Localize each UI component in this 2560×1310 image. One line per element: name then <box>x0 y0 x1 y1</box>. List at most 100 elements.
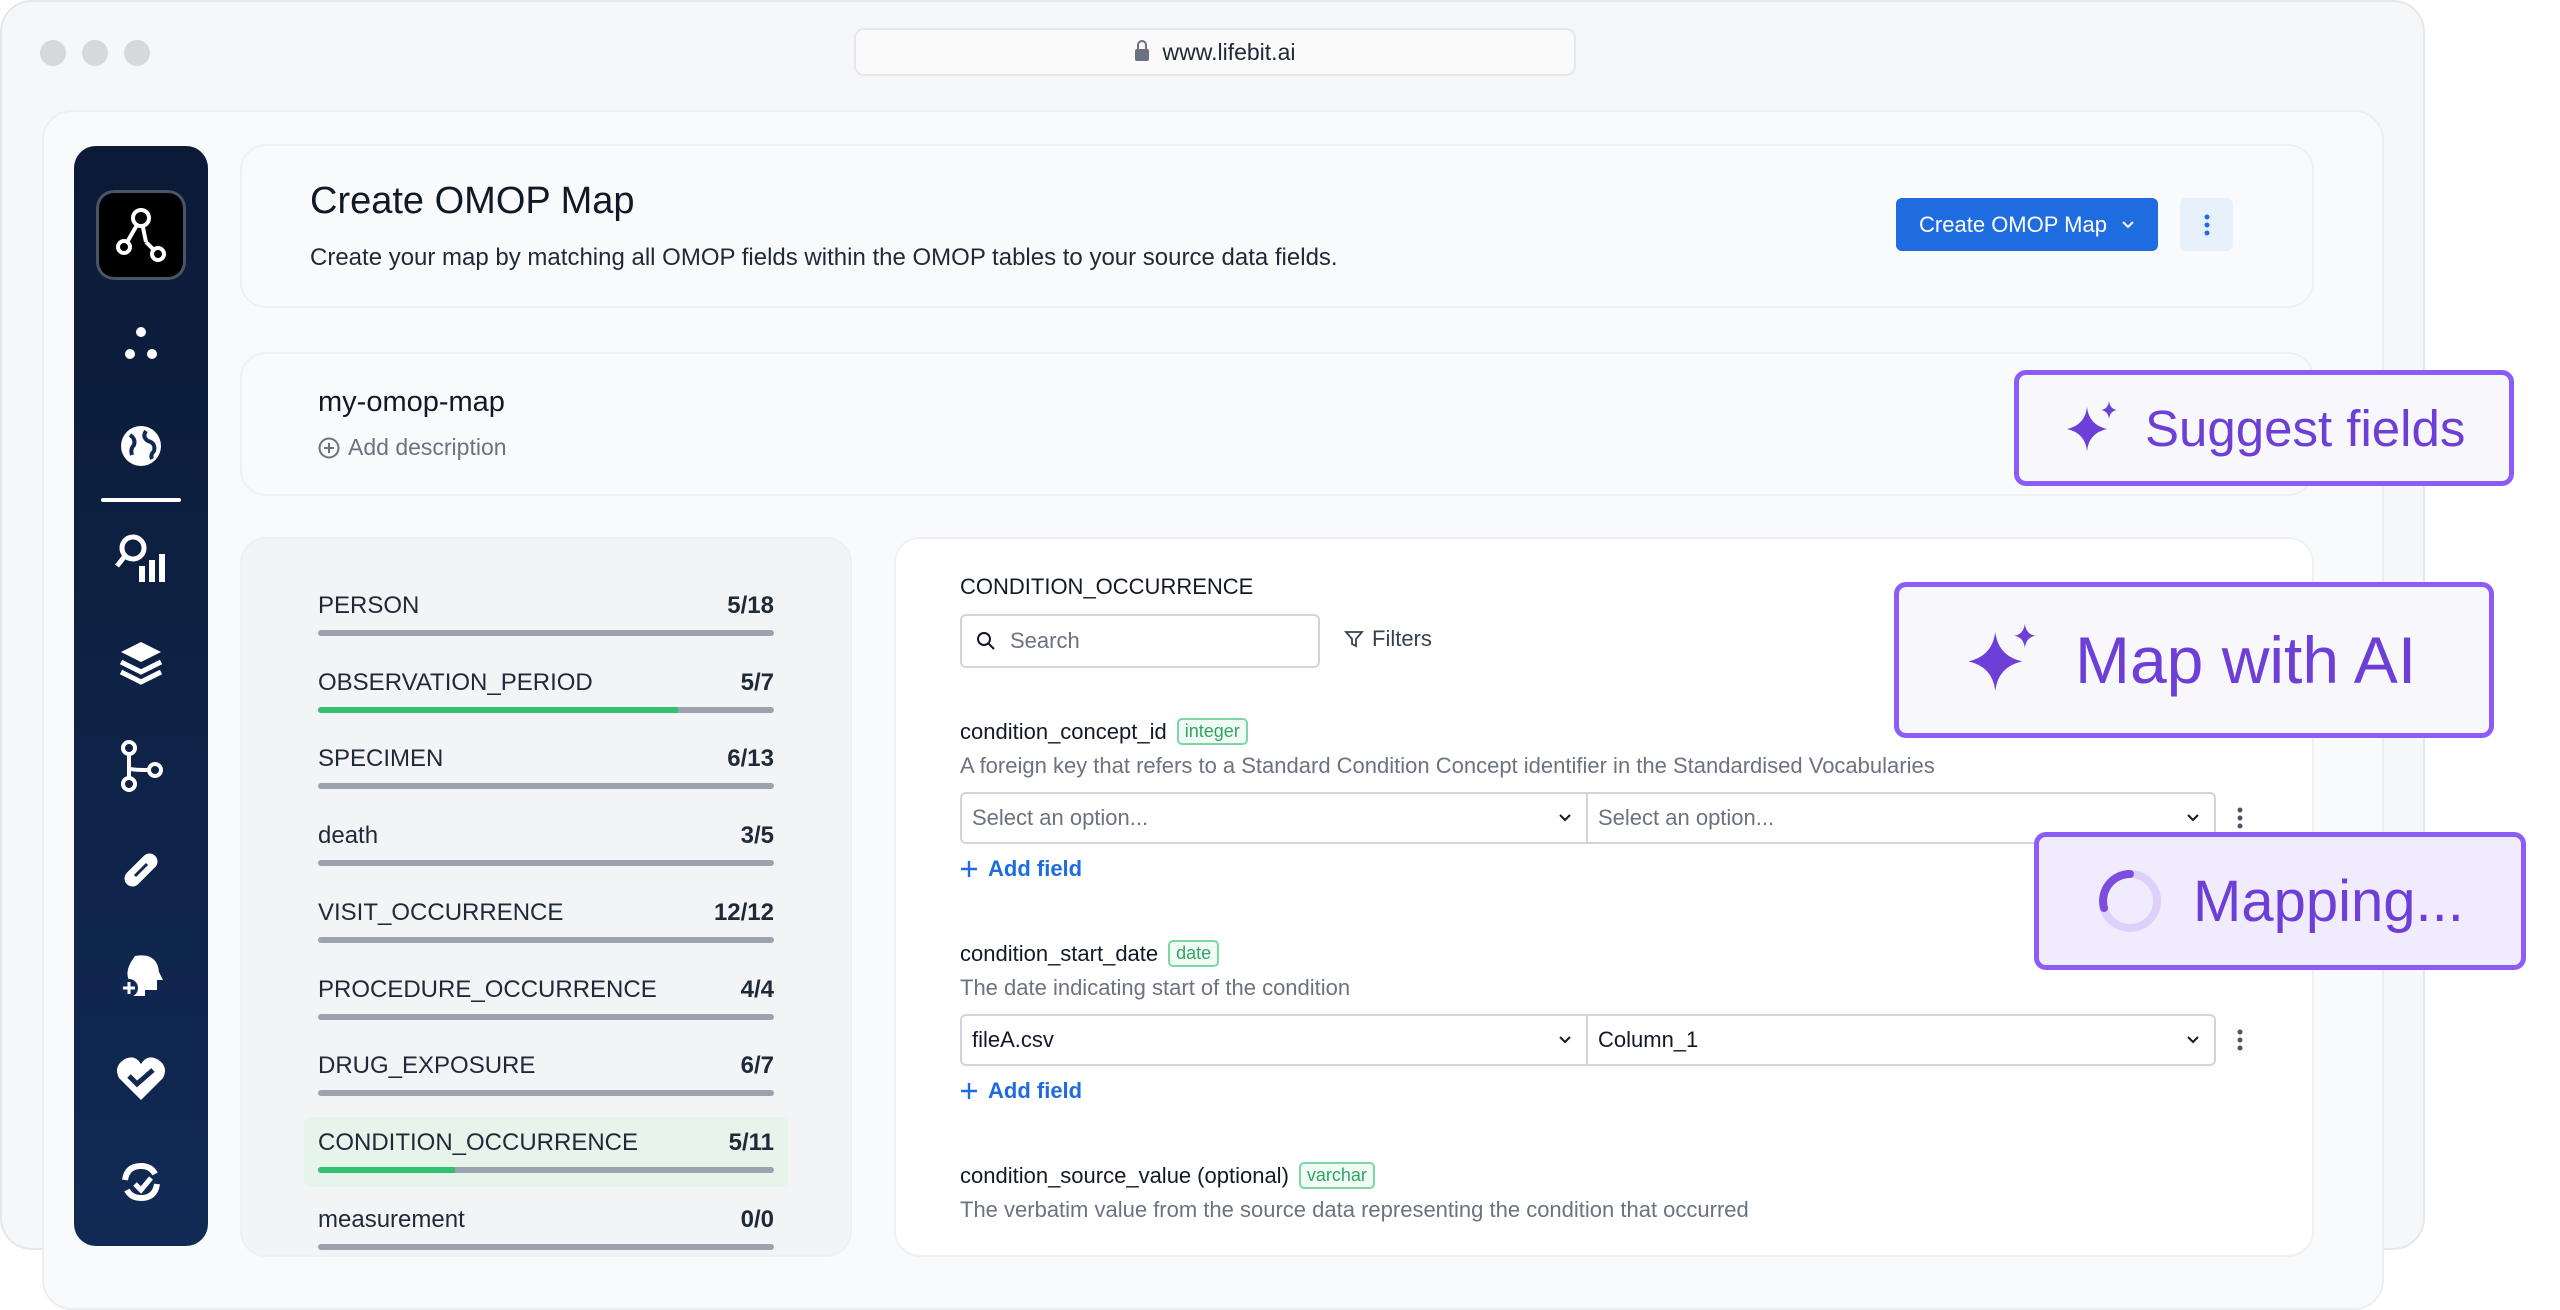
type-badge: integer <box>1176 718 1248 745</box>
table-mapped-count: 6/13 <box>727 745 774 773</box>
map-name[interactable]: my-omop-map <box>318 386 505 419</box>
plus-icon <box>961 861 977 877</box>
page-title: Create OMOP Map <box>310 180 635 222</box>
add-field-button[interactable]: Add field <box>960 856 1082 882</box>
analytics-search-icon[interactable] <box>111 528 171 588</box>
select-value: Column_1 <box>1598 1027 1699 1052</box>
table-list-item[interactable]: DRUG_EXPOSURE 6/7 <box>304 1040 788 1110</box>
field-name: condition_source_value <box>960 1162 1192 1188</box>
type-badge: varchar <box>1298 1162 1375 1189</box>
chevron-down-icon <box>1559 1036 1571 1044</box>
mapping-status: Mapping... <box>2034 832 2526 970</box>
sync-icon[interactable] <box>111 1152 171 1212</box>
select-value: Select an option... <box>972 805 1149 830</box>
filter-icon <box>1344 631 1364 648</box>
page-description: Create your map by matching all OMOP fie… <box>310 244 1338 271</box>
pill-icon[interactable] <box>111 840 171 900</box>
table-progress-bar <box>318 936 774 943</box>
table-progress-bar <box>318 1243 774 1250</box>
field-header: condition_source_value (optional) varcha… <box>960 1162 1375 1189</box>
heart-check-icon[interactable] <box>111 1048 171 1108</box>
lock-icon <box>1134 40 1149 61</box>
sidebar <box>74 146 208 1246</box>
table-progress-fill <box>318 706 679 713</box>
table-progress-bar <box>318 706 774 713</box>
select-value: Select an option... <box>1598 805 1775 830</box>
table-progress-bar <box>318 1013 774 1020</box>
table-mapped-count: 3/5 <box>740 822 774 850</box>
layers-icon[interactable] <box>111 632 171 692</box>
chevron-down-icon <box>2122 220 2134 228</box>
search-icon <box>977 632 995 650</box>
table-list-item[interactable]: death 3/5 <box>304 810 788 880</box>
globe-icon[interactable] <box>111 416 171 476</box>
chevron-down-icon <box>1559 814 1571 822</box>
source-file-select[interactable]: Select an option... <box>960 792 1588 844</box>
table-list-item[interactable]: PERSON 5/18 <box>304 580 788 650</box>
suggest-fields-button[interactable]: Suggest fields <box>2014 370 2514 486</box>
mapping-label: Mapping... <box>2193 868 2464 934</box>
sidebar-active-indicator <box>101 498 181 502</box>
add-description-label: Add description <box>348 434 507 460</box>
create-omop-map-button[interactable]: Create OMOP Map <box>1896 198 2158 251</box>
table-list-item[interactable]: PROCEDURE_OCCURRENCE 4/4 <box>304 964 788 1034</box>
table-mapped-count: 6/7 <box>740 1052 774 1080</box>
kebab-icon <box>2204 214 2209 235</box>
field-name: condition_concept_id <box>960 718 1167 744</box>
table-name: measurement <box>318 1205 465 1233</box>
table-mapped-count: 0/0 <box>740 1205 774 1233</box>
source-column-select[interactable]: Column_1 <box>1588 1014 2216 1066</box>
loading-spinner-icon <box>2099 870 2161 932</box>
table-list-item[interactable]: SPECIMEN 6/13 <box>304 733 788 803</box>
table-mapped-count: 5/18 <box>727 592 774 619</box>
table-list-item[interactable]: VISIT_OCCURRENCE 12/12 <box>304 887 788 957</box>
filters-button[interactable]: Filters <box>1344 626 1432 652</box>
field-search-box[interactable] <box>960 614 1320 668</box>
table-list-item[interactable]: measurement 0/0 <box>304 1194 788 1264</box>
filters-label: Filters <box>1372 626 1432 651</box>
search-input[interactable] <box>1010 628 1290 654</box>
type-badge: date <box>1168 940 1220 967</box>
chevron-down-icon <box>2187 814 2199 822</box>
table-name: PERSON <box>318 592 420 619</box>
add-description-link[interactable]: Add description <box>318 434 507 461</box>
table-progress-bar <box>318 1166 774 1173</box>
url-text: www.lifebit.ai <box>1162 38 1296 65</box>
window-zoom-dot[interactable] <box>124 40 150 66</box>
plus-icon <box>961 1083 977 1099</box>
suggest-fields-label: Suggest fields <box>2145 399 2466 457</box>
url-bar[interactable]: www.lifebit.ai <box>854 28 1576 76</box>
add-field-label: Add field <box>988 856 1083 881</box>
map-with-ai-button[interactable]: Map with AI <box>1894 582 2494 738</box>
lifebit-logo-icon[interactable] <box>96 190 186 280</box>
window-minimize-dot[interactable] <box>82 40 108 66</box>
field-options-button[interactable] <box>2228 1020 2252 1060</box>
field-header: condition_start_date date <box>960 940 1220 967</box>
source-file-select[interactable]: fileA.csv <box>960 1014 1588 1066</box>
table-progress-bar <box>318 783 774 790</box>
table-name: PROCEDURE_OCCURRENCE <box>318 975 657 1003</box>
add-field-button[interactable]: Add field <box>960 1078 1082 1104</box>
more-options-button[interactable] <box>2180 198 2233 251</box>
table-name: CONDITION_OCCURRENCE <box>318 1128 639 1156</box>
map-with-ai-label: Map with AI <box>2075 623 2417 697</box>
window-close-dot[interactable] <box>40 40 66 66</box>
cluster-icon[interactable] <box>111 314 171 374</box>
field-header: condition_concept_id integer <box>960 718 1248 745</box>
table-mapped-count: 5/11 <box>728 1128 774 1156</box>
table-progress-bar <box>318 630 774 636</box>
table-name: DRUG_EXPOSURE <box>318 1052 536 1080</box>
table-mapped-count: 12/12 <box>713 898 774 926</box>
table-name: death <box>318 822 379 850</box>
plus-circle-icon <box>318 437 340 458</box>
select-value: fileA.csv <box>972 1027 1054 1052</box>
chevron-down-icon <box>2187 1036 2199 1044</box>
table-title: CONDITION_OCCURRENCE <box>960 574 1254 599</box>
kebab-icon <box>2237 1029 2243 1051</box>
table-list-item[interactable]: CONDITION_OCCURRENCE 5/11 <box>304 1116 788 1187</box>
branch-icon[interactable] <box>111 736 171 796</box>
optional-label: (optional) <box>1197 1162 1289 1188</box>
head-plus-icon[interactable] <box>111 944 171 1004</box>
field-description: A foreign key that refers to a Standard … <box>960 753 1935 778</box>
table-list-item[interactable]: OBSERVATION_PERIOD 5/7 <box>304 657 788 727</box>
